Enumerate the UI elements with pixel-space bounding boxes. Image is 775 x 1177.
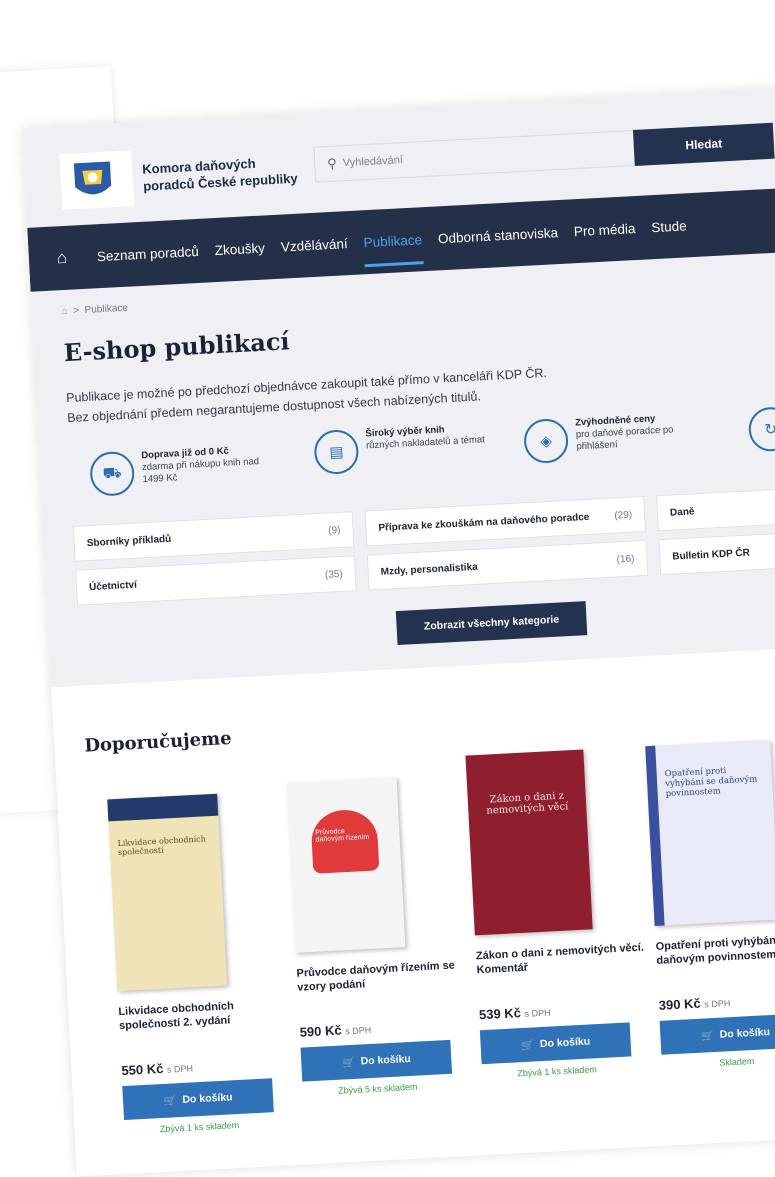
tag-icon: ◈	[522, 417, 570, 465]
add-to-cart-button[interactable]: 🛒 Do košíku	[479, 1022, 632, 1065]
category-count: (35)	[324, 568, 344, 581]
product-title[interactable]: Průvodce daňovým řízením se vzory podání	[296, 958, 468, 1017]
logo-emblem	[59, 150, 135, 211]
cart-icon: 🛒	[520, 1038, 535, 1052]
product-card: Opatření proti vyhýbání se daňovým povin…	[645, 737, 775, 1070]
nav-item-vzdelavani[interactable]: Vzdělávání	[280, 236, 347, 254]
cart-icon: 🛒	[163, 1094, 177, 1108]
breadcrumb-current: Publikace	[84, 302, 129, 316]
recommended-title: Doporučujeme	[83, 727, 233, 757]
product-title[interactable]: Likvidace obchodních společností 2. vydá…	[118, 996, 290, 1055]
nav-item-publikace[interactable]: Publikace	[363, 231, 424, 267]
stock-status: Zbývá 1 ks skladem	[159, 1120, 240, 1135]
benefit-text: zdarma při nákupu knih nad 1499 Kč	[141, 456, 260, 486]
benefit-selection: ▤ Široký výběr knih různých nakladatelů a…	[313, 421, 507, 476]
cover-text: Zákon o dani z nemovitých věcí	[486, 790, 569, 817]
stock-status: Skladem	[719, 1055, 755, 1068]
search-input[interactable]: ⚲ Vyhledávání	[313, 129, 647, 183]
stock-status: Zbývá 1 ks skladem	[517, 1064, 598, 1079]
category-label: Bulletin KDP ČR	[672, 546, 751, 563]
breadcrumb-separator: >	[70, 305, 83, 317]
product-card: Zákon o dani z nemovitých věcí Zákon o d…	[465, 747, 652, 1080]
nav-item-seznam-poradcu[interactable]: Seznam poradců	[96, 243, 199, 263]
cart-icon: 🛒	[700, 1029, 715, 1043]
benefit-prices: ◈ Zvýhodněné ceny pro daňové poradce po p…	[522, 410, 717, 465]
product-price: 539 Kč s DPH	[478, 1005, 551, 1023]
breadcrumb-home-icon[interactable]: ⌂	[61, 306, 68, 317]
product-price: 390 Kč s DPH	[658, 995, 731, 1013]
stock-status: Zbývá 5 ks skladem	[337, 1081, 418, 1096]
search-icon: ⚲	[326, 155, 338, 172]
nav-item-studenti[interactable]: Stude	[651, 218, 687, 235]
search-button[interactable]: Hledat	[632, 122, 775, 166]
add-to-cart-button[interactable]: 🛒 Do košíku	[659, 1013, 775, 1055]
org-name: Komora daňových poradců České republiky	[141, 155, 299, 194]
return-icon: ↻	[747, 406, 775, 453]
category-label: Sborníky příkladů	[86, 533, 172, 549]
benefit-text: pro daňové poradce po přihlášení	[575, 424, 674, 453]
books-icon: ▤	[313, 428, 360, 476]
truck-icon: ⛟	[89, 450, 136, 497]
category-count: (16)	[616, 553, 635, 565]
home-icon[interactable]: ⌂	[56, 246, 97, 268]
book-cover[interactable]: Průvodce daňovým řízením	[286, 777, 406, 953]
category-count: (9)	[327, 524, 341, 537]
product-card: Likvidace obchodních společností Likvida…	[107, 791, 294, 1136]
search-placeholder: Vyhledávání	[342, 154, 404, 170]
category-label: Účetnictví	[88, 579, 138, 593]
book-cover[interactable]: Likvidace obchodních společností	[107, 793, 228, 992]
category-count: (29)	[614, 509, 633, 522]
site-logo[interactable]: Komora daňových poradců České republiky	[59, 141, 304, 211]
nav-item-odborna-stanoviska[interactable]: Odborná stanoviska	[438, 225, 559, 246]
benefit-return: ↻	[747, 406, 775, 453]
book-cover[interactable]: Zákon o dani z nemovitých věcí	[465, 749, 593, 936]
product-title[interactable]: Opatření proti vyhýbání se daňovým povin…	[655, 931, 775, 990]
nav-item-zkousky[interactable]: Zkoušky	[214, 240, 265, 258]
cover-text: Opatření proti vyhýbání se daňovým povin…	[664, 766, 758, 800]
product-price: 550 Kč s DPH	[121, 1060, 194, 1079]
product-price: 590 Kč s DPH	[299, 1022, 372, 1040]
add-to-cart-button[interactable]: 🛒 Do košíku	[122, 1078, 274, 1121]
book-cover[interactable]: Opatření proti vyhýbání se daňovým povin…	[645, 739, 775, 926]
nav-item-pro-media[interactable]: Pro média	[574, 221, 636, 239]
cover-text: Likvidace obchodních společností	[117, 834, 206, 857]
cart-icon: 🛒	[341, 1056, 356, 1070]
add-to-cart-button[interactable]: 🛒 Do košíku	[300, 1039, 453, 1082]
page-sheet: Komora daňových poradců České republiky …	[22, 86, 775, 1177]
category-label: Daně	[669, 505, 695, 519]
product-card: Průvodce daňovým řízením Průvodce daňový…	[286, 774, 473, 1097]
product-title[interactable]: Zákon o dani z nemovitých věcí. Komentář	[476, 940, 648, 999]
category-label: Příprava ke zkouškám na daňového poradce	[378, 511, 590, 534]
benefit-shipping: ⛟ Doprava již od 0 Kč zdarma při nákupu k…	[89, 443, 283, 497]
category-label: Mzdy, personalistika	[380, 561, 478, 578]
